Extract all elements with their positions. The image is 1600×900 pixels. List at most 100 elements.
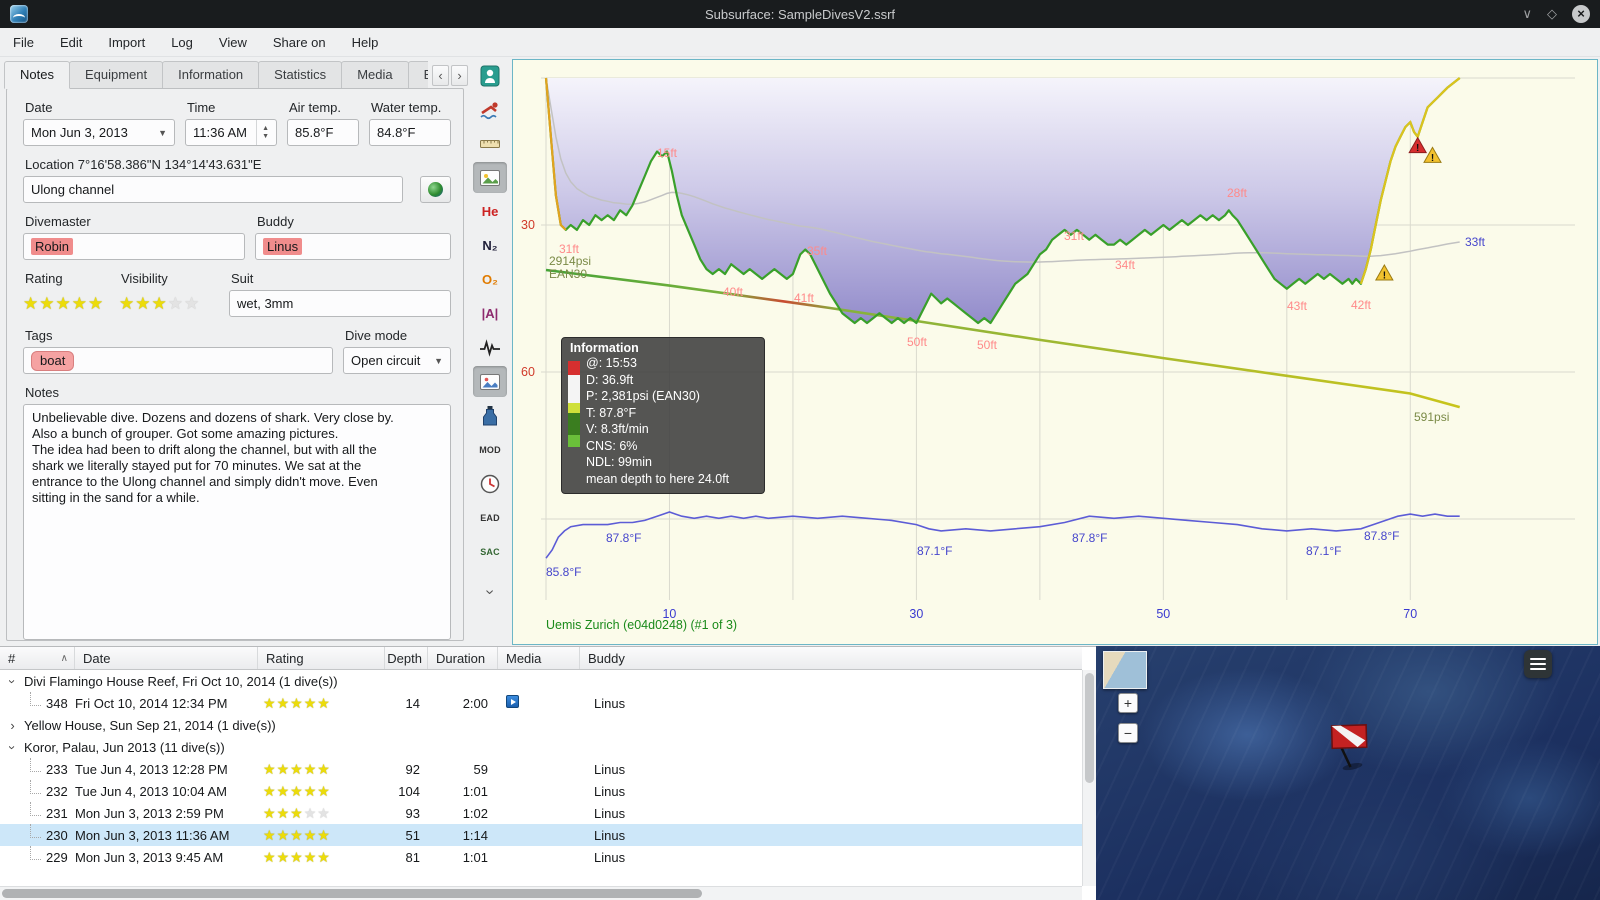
dive-row[interactable]: 232 Tue Jun 4, 2013 10:04 AM ★ ★ ★ ★ ★ 104 1:01 L… xyxy=(0,779,1082,802)
deco-time-toggle[interactable] xyxy=(473,468,507,499)
chart-label: 50ft xyxy=(977,338,998,352)
column-header-media[interactable]: Media xyxy=(498,647,580,669)
dive-row[interactable]: 348 Fri Oct 10, 2014 12:34 PM ★ ★ ★ ★ ★ 14 2:00 L… xyxy=(0,691,1082,714)
menu-view[interactable]: View xyxy=(206,28,260,57)
map-zoom-out-button[interactable]: − xyxy=(1118,723,1138,743)
column-header-duration[interactable]: Duration xyxy=(428,647,498,669)
menu-log[interactable]: Log xyxy=(158,28,206,57)
notes-textarea[interactable]: Unbelievable dive. Dozens and dozens of … xyxy=(23,404,451,640)
expander-icon[interactable]: › xyxy=(5,741,20,754)
helium-graph-toggle[interactable]: He xyxy=(473,196,507,227)
trip-row[interactable]: › Yellow House, Sun Sep 21, 2014 (1 dive(… xyxy=(0,714,1082,736)
date-combobox[interactable]: Mon Jun 3, 2013 ▼ xyxy=(23,119,175,146)
tab-media[interactable]: Media xyxy=(341,61,409,89)
tags-input[interactable]: boat xyxy=(23,347,333,374)
tab-scroll-right-button[interactable]: › xyxy=(451,65,468,86)
tab-notes[interactable]: Notes xyxy=(4,61,70,89)
menu-import[interactable]: Import xyxy=(95,28,158,57)
dive-row[interactable]: 229 Mon Jun 3, 2013 9:45 AM ★ ★ ★ ★ ★ 81 1:01 Lin… xyxy=(0,845,1082,868)
dive-list: # ∧ Date Rating Depth Duration Media Budd… xyxy=(0,646,1096,900)
water-temp-field[interactable]: 84.8°F xyxy=(369,119,451,146)
dive-site-map[interactable]: + − xyxy=(1096,646,1600,900)
close-window-button[interactable]: × xyxy=(1572,5,1590,23)
vertical-scrollbar[interactable] xyxy=(1082,670,1096,886)
map-menu-button[interactable] xyxy=(1524,650,1552,678)
shade-window-button[interactable]: ∨ xyxy=(1522,0,1532,28)
tag-chip[interactable]: boat xyxy=(31,350,75,371)
globe-button[interactable] xyxy=(420,176,451,203)
suit-input[interactable]: wet, 3mm xyxy=(229,290,451,317)
dive-row[interactable]: 230 Mon Jun 3, 2013 11:36 AM ★ ★ ★ ★ ★ 51 1:14 Li… xyxy=(0,823,1082,846)
dive-profile-chart[interactable]: !!! 10 30 50 70 30 60 Information @: 15:53 D: … xyxy=(512,59,1598,645)
dive-date: Mon Jun 3, 2013 9:45 AM xyxy=(75,849,224,865)
star-icon: ★ xyxy=(290,805,303,821)
trip-row[interactable]: › Divi Flamingo House Reef, Fri Oct 10, 2… xyxy=(0,670,1082,692)
scrollbar-thumb[interactable] xyxy=(2,889,702,898)
chart-label: 2914psi xyxy=(549,254,592,268)
expander-icon[interactable]: › xyxy=(6,718,19,733)
location-input[interactable]: Ulong channel xyxy=(23,176,403,203)
ruler-icon[interactable] xyxy=(473,128,507,159)
dive-flag-marker[interactable] xyxy=(1318,710,1388,780)
sac-toggle[interactable]: SAC xyxy=(473,536,507,567)
chart-label: 33ft xyxy=(1465,235,1486,249)
tab-e[interactable]: E xyxy=(407,61,428,89)
profile-tooltip: Information @: 15:53 D: 36.9ft P: 2,381p… xyxy=(561,337,765,494)
tissues-toggle[interactable] xyxy=(473,400,507,431)
dive-list-body: › Divi Flamingo House Reef, Fri Oct 10, 2… xyxy=(0,670,1082,886)
dive-mode-combobox[interactable]: Open circuit ▼ xyxy=(343,347,451,374)
star-icon: ★ xyxy=(119,294,135,313)
scrollbar-thumb[interactable] xyxy=(1085,673,1094,783)
buddy-input[interactable]: Linus xyxy=(255,233,451,260)
maximize-window-button[interactable]: ◇ xyxy=(1547,0,1557,28)
star-icon: ★ xyxy=(167,294,183,313)
column-header-depth[interactable]: Depth xyxy=(385,647,428,669)
dive-computer-icon[interactable] xyxy=(473,60,507,91)
nitrogen-graph-toggle[interactable]: N₂ xyxy=(473,230,507,261)
map-overview-inset[interactable] xyxy=(1103,651,1147,689)
menu-help[interactable]: Help xyxy=(339,28,392,57)
heartrate-toggle[interactable] xyxy=(473,332,507,363)
tab-statistics[interactable]: Statistics xyxy=(258,61,343,89)
spin-arrows-icon[interactable]: ▲ ▼ xyxy=(256,120,269,145)
dive-row[interactable]: 231 Mon Jun 3, 2013 2:59 PM ★ ★ ★ ★ ★ 93 1:02 Lin… xyxy=(0,801,1082,824)
dive-list-header[interactable]: # ∧ Date Rating Depth Duration Media Budd… xyxy=(0,647,1082,670)
menu-edit[interactable]: Edit xyxy=(47,28,95,57)
tree-branch xyxy=(30,823,41,838)
photos-toggle[interactable] xyxy=(473,366,507,397)
dive-row[interactable]: 233 Tue Jun 4, 2013 12:28 PM ★ ★ ★ ★ ★ 92 59 Linu… xyxy=(0,757,1082,780)
dive-date: Tue Jun 4, 2013 10:04 AM xyxy=(75,783,228,799)
title-bar[interactable]: Subsurface: SampleDivesV2.ssrf ∨ ◇ × xyxy=(0,0,1600,28)
menu-bar: File Edit Import Log View Share on Help xyxy=(0,28,1600,57)
mod-toggle[interactable]: MOD xyxy=(473,434,507,465)
menu-share-on[interactable]: Share on xyxy=(260,28,339,57)
tab-equipment[interactable]: Equipment xyxy=(68,61,164,89)
divemaster-input[interactable]: Robin xyxy=(23,233,245,260)
dive-depth: 81 xyxy=(405,849,420,865)
svg-text:!: ! xyxy=(1431,153,1434,164)
rating-stars[interactable]: ★ ★ ★ ★ ★ xyxy=(23,290,109,317)
map-zoom-in-button[interactable]: + xyxy=(1118,693,1138,713)
star-icon: ★ xyxy=(184,294,200,313)
time-spinbox[interactable]: 11:36 AM ▲ ▼ xyxy=(185,119,277,146)
collapse-profile-toolbar[interactable]: › xyxy=(473,576,507,607)
oxygen-graph-toggle[interactable]: O₂ xyxy=(473,264,507,295)
trip-row[interactable]: › Koror, Palau, Jun 2013 (11 dive(s)) xyxy=(0,736,1082,758)
picture-scale-toggle[interactable] xyxy=(473,162,507,193)
horizontal-scrollbar[interactable] xyxy=(0,886,1082,900)
column-header-rating[interactable]: Rating xyxy=(258,647,385,669)
visibility-stars[interactable]: ★ ★ ★ ★ ★ xyxy=(119,290,219,317)
tab-scroll-left-button[interactable]: ‹ xyxy=(432,65,449,86)
column-header-date[interactable]: Date xyxy=(75,647,258,669)
rating-label: Rating xyxy=(25,271,63,286)
swimmer-icon[interactable] xyxy=(473,94,507,125)
menu-file[interactable]: File xyxy=(0,28,47,57)
ead-toggle[interactable]: EAD xyxy=(473,502,507,533)
air-temp-field[interactable]: 85.8°F xyxy=(287,119,359,146)
ceiling-toggle[interactable]: |A| xyxy=(473,298,507,329)
tab-information[interactable]: Information xyxy=(162,61,260,89)
column-header-number[interactable]: # ∧ xyxy=(0,647,75,669)
star-icon: ★ xyxy=(290,827,303,843)
expander-icon[interactable]: › xyxy=(5,675,20,688)
column-header-buddy[interactable]: Buddy xyxy=(580,647,1082,669)
